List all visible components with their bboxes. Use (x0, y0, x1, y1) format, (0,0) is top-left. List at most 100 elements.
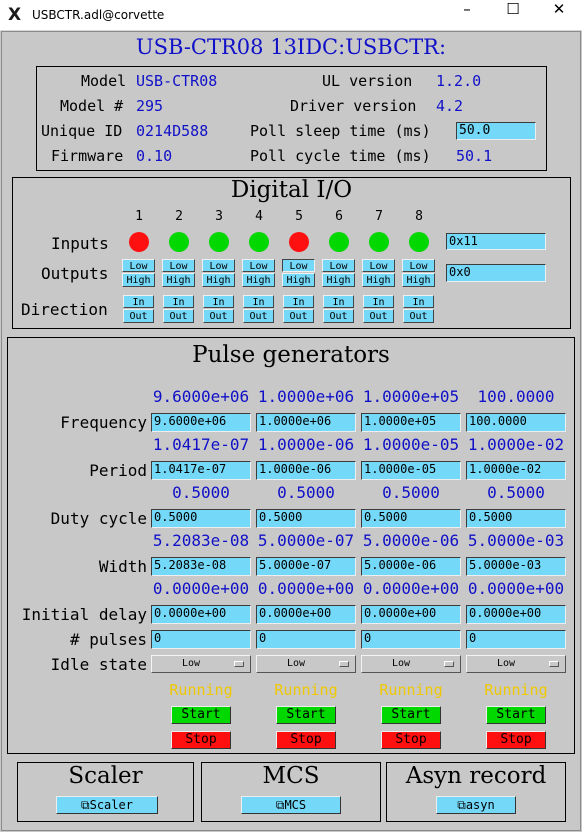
ch4-width-input[interactable]: 5.0000e-03 (466, 557, 566, 576)
ch2-idle-state-menu[interactable]: Low (256, 655, 356, 673)
output-6-high-button[interactable]: High (322, 273, 355, 287)
direction-8-in-button[interactable]: In (403, 295, 434, 308)
direction-2-out-button[interactable]: Out (163, 309, 194, 323)
window-titlebar[interactable]: X USBCTR.adl@corvette – ☐ ✕ (0, 0, 582, 31)
ch1-stop-button[interactable]: Stop (171, 731, 231, 749)
ul-version-label: UL version (322, 72, 413, 90)
frequency-label: Frequency (60, 413, 147, 432)
output-4-high-button[interactable]: High (242, 273, 275, 287)
output-7-low-button[interactable]: Low (362, 259, 395, 272)
idle-state-value: Low (286, 658, 306, 669)
mcs-related-display-button[interactable]: ⧉MCS (241, 796, 341, 814)
output-7-high-button[interactable]: High (362, 273, 395, 287)
ch3-start-button[interactable]: Start (381, 706, 441, 724)
ch2-duty-cycle-input[interactable]: 0.5000 (256, 509, 356, 528)
direction-6-in-button[interactable]: In (323, 295, 354, 308)
ch4-initial-delay-input[interactable]: 0.0000e+00 (466, 605, 566, 624)
direction-4-out-button[interactable]: Out (243, 309, 274, 323)
ch3-stop-button[interactable]: Stop (381, 731, 441, 749)
ch1-period-input[interactable]: 1.0417e-07 (151, 461, 251, 480)
direction-3-out-button[interactable]: Out (203, 309, 234, 323)
ch1-duty-cycle-input[interactable]: 0.5000 (151, 509, 251, 528)
direction-2-in-button[interactable]: In (163, 295, 194, 308)
ch3-period-input[interactable]: 1.0000e-05 (361, 461, 461, 480)
ch4-status: Running (484, 681, 548, 699)
bit-6-number: 6 (335, 209, 343, 224)
ch3-frequency-input[interactable]: 1.0000e+05 (361, 413, 461, 432)
ch2-width-input[interactable]: 5.0000e-07 (256, 557, 356, 576)
output-5-high-button[interactable]: High (282, 273, 315, 287)
direction-8-out-button[interactable]: Out (403, 309, 434, 323)
ch4-idle-state-menu[interactable]: Low (466, 655, 566, 673)
output-value-input[interactable]: 0x0 (446, 264, 546, 282)
ch1-idle-state-menu[interactable]: Low (151, 655, 251, 673)
ch2-status: Running (274, 681, 338, 699)
direction-7-out-button[interactable]: Out (363, 309, 394, 323)
output-1-high-button[interactable]: High (122, 273, 155, 287)
direction-7-in-button[interactable]: In (363, 295, 394, 308)
ch2-period-input[interactable]: 1.0000e-06 (256, 461, 356, 480)
ch4-duty-cycle-input[interactable]: 0.5000 (466, 509, 566, 528)
ch1-width-readback: 5.2083e-08 (152, 531, 250, 550)
input-3-led (209, 232, 229, 252)
ch3-num-pulses-input[interactable]: 0 (361, 630, 461, 649)
direction-1-in-button[interactable]: In (123, 295, 154, 308)
ch2-num-pulses-input[interactable]: 0 (256, 630, 356, 649)
ch1-initial-delay-input[interactable]: 0.0000e+00 (151, 605, 251, 624)
ch4-num-pulses-input[interactable]: 0 (466, 630, 566, 649)
ch4-frequency-input[interactable]: 100.0000 (466, 413, 566, 432)
menu-indicator-icon (234, 661, 244, 667)
output-2-low-button[interactable]: Low (162, 259, 195, 272)
model-number-label: Model # (60, 97, 124, 115)
driver-version-value: 4.2 (436, 97, 464, 115)
ch2-frequency-input[interactable]: 1.0000e+06 (256, 413, 356, 432)
direction-1-out-button[interactable]: Out (123, 309, 154, 323)
output-4-low-button[interactable]: Low (242, 259, 275, 272)
direction-6-out-button[interactable]: Out (323, 309, 354, 323)
duty-cycle-label: Duty cycle (50, 509, 147, 528)
poll-sleep-input[interactable]: 50.0 (456, 122, 536, 140)
ch2-initial-delay-input[interactable]: 0.0000e+00 (256, 605, 356, 624)
ch1-frequency-readback: 9.6000e+06 (152, 387, 250, 406)
ch4-duty-cycle-readback: 0.5000 (487, 483, 545, 502)
input-4-led (249, 232, 269, 252)
output-5-low-button[interactable]: Low (282, 259, 315, 272)
scaler-related-display-button[interactable]: ⧉Scaler (56, 796, 158, 814)
ch1-status: Running (169, 681, 233, 699)
ch2-start-button[interactable]: Start (276, 706, 336, 724)
ch3-width-input[interactable]: 5.0000e-06 (361, 557, 461, 576)
ch3-initial-delay-input[interactable]: 0.0000e+00 (361, 605, 461, 624)
ch3-duty-cycle-input[interactable]: 0.5000 (361, 509, 461, 528)
bit-2-number: 2 (175, 209, 183, 224)
scaler-title: Scaler (68, 763, 143, 789)
output-6-low-button[interactable]: Low (322, 259, 355, 272)
ch4-start-button[interactable]: Start (486, 706, 546, 724)
minimize-button[interactable]: – (444, 0, 490, 31)
output-8-low-button[interactable]: Low (402, 259, 435, 272)
ch2-stop-button[interactable]: Stop (276, 731, 336, 749)
ch1-width-input[interactable]: 5.2083e-08 (151, 557, 251, 576)
ch4-period-input[interactable]: 1.0000e-02 (466, 461, 566, 480)
ch4-stop-button[interactable]: Stop (486, 731, 546, 749)
asyn-related-display-button[interactable]: ⧉asyn (436, 796, 516, 814)
direction-4-in-button[interactable]: In (243, 295, 274, 308)
direction-3-in-button[interactable]: In (203, 295, 234, 308)
input-5-led (289, 232, 309, 252)
close-button[interactable]: ✕ (536, 0, 582, 31)
ch3-period-readback: 1.0000e-05 (362, 435, 460, 454)
output-3-high-button[interactable]: High (202, 273, 235, 287)
idle-state-value: Low (181, 658, 201, 669)
output-2-high-button[interactable]: High (162, 273, 195, 287)
maximize-button[interactable]: ☐ (490, 0, 536, 31)
direction-5-out-button[interactable]: Out (283, 309, 314, 323)
ch3-idle-state-menu[interactable]: Low (361, 655, 461, 673)
direction-5-in-button[interactable]: In (283, 295, 314, 308)
bit-5-number: 5 (295, 209, 303, 224)
ch1-start-button[interactable]: Start (171, 706, 231, 724)
output-3-low-button[interactable]: Low (202, 259, 235, 272)
ch1-frequency-input[interactable]: 9.6000e+06 (151, 413, 251, 432)
ch1-num-pulses-input[interactable]: 0 (151, 630, 251, 649)
output-1-low-button[interactable]: Low (122, 259, 155, 272)
period-label: Period (89, 461, 147, 480)
output-8-high-button[interactable]: High (402, 273, 435, 287)
